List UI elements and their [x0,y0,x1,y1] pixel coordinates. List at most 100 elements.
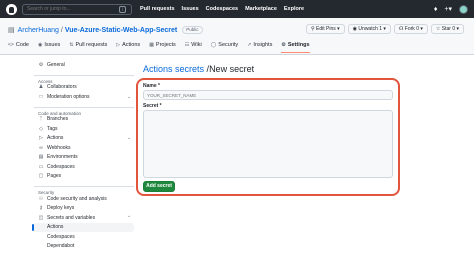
tab-issues[interactable]: ◉ Issues [38,42,60,53]
nav-issues[interactable]: Issues [182,6,199,12]
sidebar-item-branches-label: Branches [47,116,69,123]
table-icon: ▦ [149,42,154,48]
browser-icon: ▢ [38,173,44,180]
sidebar-heading-access: Access [34,74,134,84]
sidebar-item-environments[interactable]: ▤ Environments [34,153,134,163]
sidebar-heading-security: Security [34,186,134,195]
tab-wiki-label: Wiki [191,42,202,48]
sidebar-subitem-dependabot-label: Dependabot [47,243,75,250]
branch-icon: ᛉ [39,116,43,123]
sidebar-subitem-actions[interactable]: Actions [32,222,134,232]
tab-security[interactable]: ◯ Security [211,42,238,53]
page-title: Actions secrets /New secret [143,64,254,74]
tab-projects-label: Projects [155,42,176,48]
header-actions: ♦ +▾ [434,4,468,14]
tab-code[interactable]: <> Code [8,42,29,53]
sidebar-item-moderation-label: Moderation options [47,93,90,100]
tab-insights-label: Insights [253,42,273,48]
gear-icon: ⚙ [281,42,286,48]
tab-actions[interactable]: ▷ Actions [116,42,140,53]
plus-icon[interactable]: +▾ [444,5,452,13]
secret-name-input[interactable] [143,90,393,100]
sidebar-item-code-security[interactable]: ☉ Code security and analysis [34,194,134,204]
avatar[interactable] [459,4,468,14]
sidebar-item-secrets[interactable]: ◫ Secrets and variables ⌃ [34,213,134,223]
graph-icon: ↗ [247,42,252,48]
tab-projects[interactable]: ▦ Projects [149,42,176,53]
secret-field-label: Secret * [143,103,162,109]
key-icon: ⚷ [39,205,43,212]
sidebar-item-webhooks[interactable]: ∞ Webhooks [34,143,134,153]
codescan-icon: ☉ [38,195,44,202]
repo-owner-link[interactable]: ArcherHuang [18,27,59,34]
sidebar-item-general-label: General [47,61,65,68]
sidebar-item-codespaces[interactable]: ▭ Codespaces [34,162,134,172]
sidebar-item-codespaces-label: Codespaces [47,163,75,170]
tag-icon: ◇ [39,125,43,132]
sidebar-subitem-dependabot[interactable]: Dependabot [34,242,134,252]
pull-request-icon: ⇅ [69,42,74,48]
repo-tabs: <> Code ◉ Issues ⇅ Pull requests ▷ Actions ▦… [8,42,310,53]
code-icon: <> [8,42,14,48]
tab-settings[interactable]: ⚙ Settings [281,42,310,53]
repo-title: ▤ ArcherHuang / Vue-Azure-Static-Web-App… [8,26,203,34]
sidebar-item-deploy-keys[interactable]: ⚷ Deploy keys [34,204,134,214]
star-button[interactable]: ☆ Star 0 ▾ [430,24,464,34]
unwatch-button[interactable]: ◉ Unwatch 1 ▾ [347,24,391,34]
sidebar-item-moderation[interactable]: □ Moderation options ⌄ [34,92,134,102]
tab-pull-requests[interactable]: ⇅ Pull requests [69,42,107,53]
sidebar-item-general[interactable]: ⚙ General [34,60,134,70]
sidebar-item-tags[interactable]: ◇ Tags [34,124,134,134]
nav-codespaces[interactable]: Codespaces [206,6,238,12]
breadcrumb-actions-secrets-link[interactable]: Actions secrets [143,64,204,74]
sidebar-item-pages-label: Pages [47,173,62,180]
add-secret-button[interactable]: Add secret [143,181,175,192]
tab-code-label: Code [15,42,29,48]
global-header: / Pull requests Issues Codespaces Market… [0,0,474,18]
issue-icon: ◉ [38,42,43,48]
tab-pull-requests-label: Pull requests [75,42,108,48]
sidebar-item-branches[interactable]: ᛉ Branches [34,115,134,125]
search-input[interactable] [22,3,132,15]
settings-sidebar: ⚙ General Access ♟ Collaborators □ Moderati… [32,60,134,252]
sidebar-subitem-codespaces[interactable]: Codespaces [34,232,134,242]
chevron-up-icon: ⌃ [127,214,131,220]
comment-icon: □ [39,93,43,100]
fork-button[interactable]: ☊ Fork 0 ▾ [393,24,428,34]
sidebar-item-actions[interactable]: ▷ Actions ⌄ [34,134,134,144]
tab-insights[interactable]: ↗ Insights [247,42,272,53]
slash-shortcut-icon: / [119,5,126,13]
secret-value-textarea[interactable] [143,110,393,178]
global-nav: Pull requests Issues Codespaces Marketpl… [140,6,304,12]
sidebar-item-pages[interactable]: ▢ Pages [34,172,134,182]
github-logo-icon[interactable] [6,3,17,15]
nav-marketplace[interactable]: Marketplace [245,6,277,12]
sidebar-subitem-actions-label: Actions [47,224,64,231]
edit-pins-button[interactable]: ⚲ Edit Pins ▾ [305,24,345,34]
chevron-down-icon: ⌄ [127,135,131,141]
webhook-icon: ∞ [39,144,43,151]
repo-header: ▤ ArcherHuang / Vue-Azure-Static-Web-App… [0,18,474,55]
sidebar-heading-code-automation: Code and automation [34,106,134,116]
gear-icon: ⚙ [38,61,44,68]
tab-settings-label: Settings [287,42,310,48]
sidebar-item-collaborators[interactable]: ♟ Collaborators [34,83,134,93]
sidebar-item-environments-label: Environments [47,154,78,161]
unwatch-label: Unwatch [358,26,378,32]
repo-icon: ▤ [8,27,15,34]
tab-security-label: Security [218,42,239,48]
tab-wiki[interactable]: ☷ Wiki [185,42,202,53]
edit-pins-label: Edit Pins [316,26,336,32]
star-label: Star [441,26,451,32]
fork-label: Fork [404,26,415,32]
shield-icon: ◯ [210,42,217,48]
tab-issues-label: Issues [44,42,61,48]
repo-name-link[interactable]: Vue-Azure-Static-Web-App-Secret [65,27,177,34]
sidebar-item-tags-label: Tags [47,125,58,132]
bell-icon[interactable]: ♦ [434,6,438,13]
name-field-label: Name * [143,83,160,89]
nav-explore[interactable]: Explore [284,6,304,12]
sidebar-item-deploy-keys-label: Deploy keys [47,205,75,212]
nav-pull-requests[interactable]: Pull requests [140,6,175,12]
sidebar-item-secrets-label: Secrets and variables [47,214,96,221]
